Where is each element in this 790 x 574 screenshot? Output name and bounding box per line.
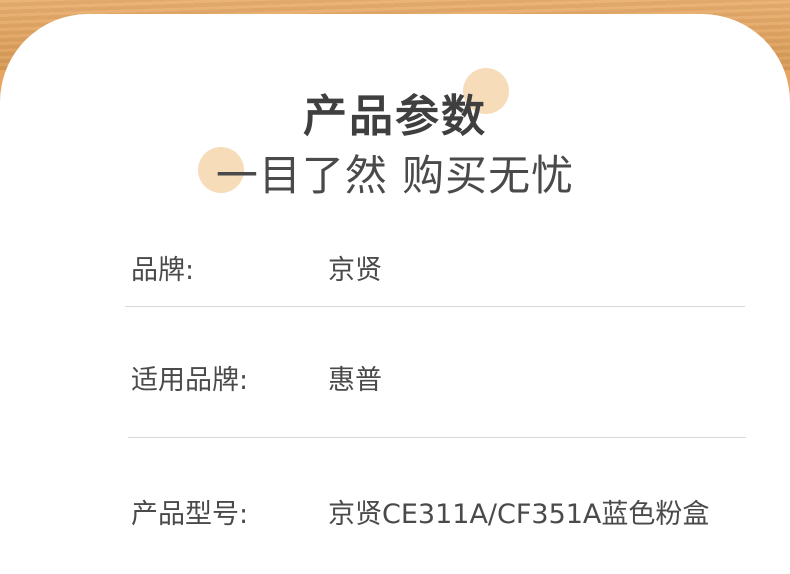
param-label: 产品型号: (131, 499, 249, 530)
param-value: 京贤 (328, 255, 382, 286)
param-value: 惠普 (328, 365, 382, 396)
page-subtitle: 一目了然 购买无忧 (215, 151, 575, 200)
param-label: 品牌: (131, 255, 195, 286)
divider (125, 306, 745, 307)
page-title: 产品参数 (303, 91, 487, 142)
param-label: 适用品牌: (131, 365, 249, 396)
divider (128, 437, 746, 438)
param-value: 京贤CE311A/CF351A蓝色粉盒 (328, 499, 710, 530)
